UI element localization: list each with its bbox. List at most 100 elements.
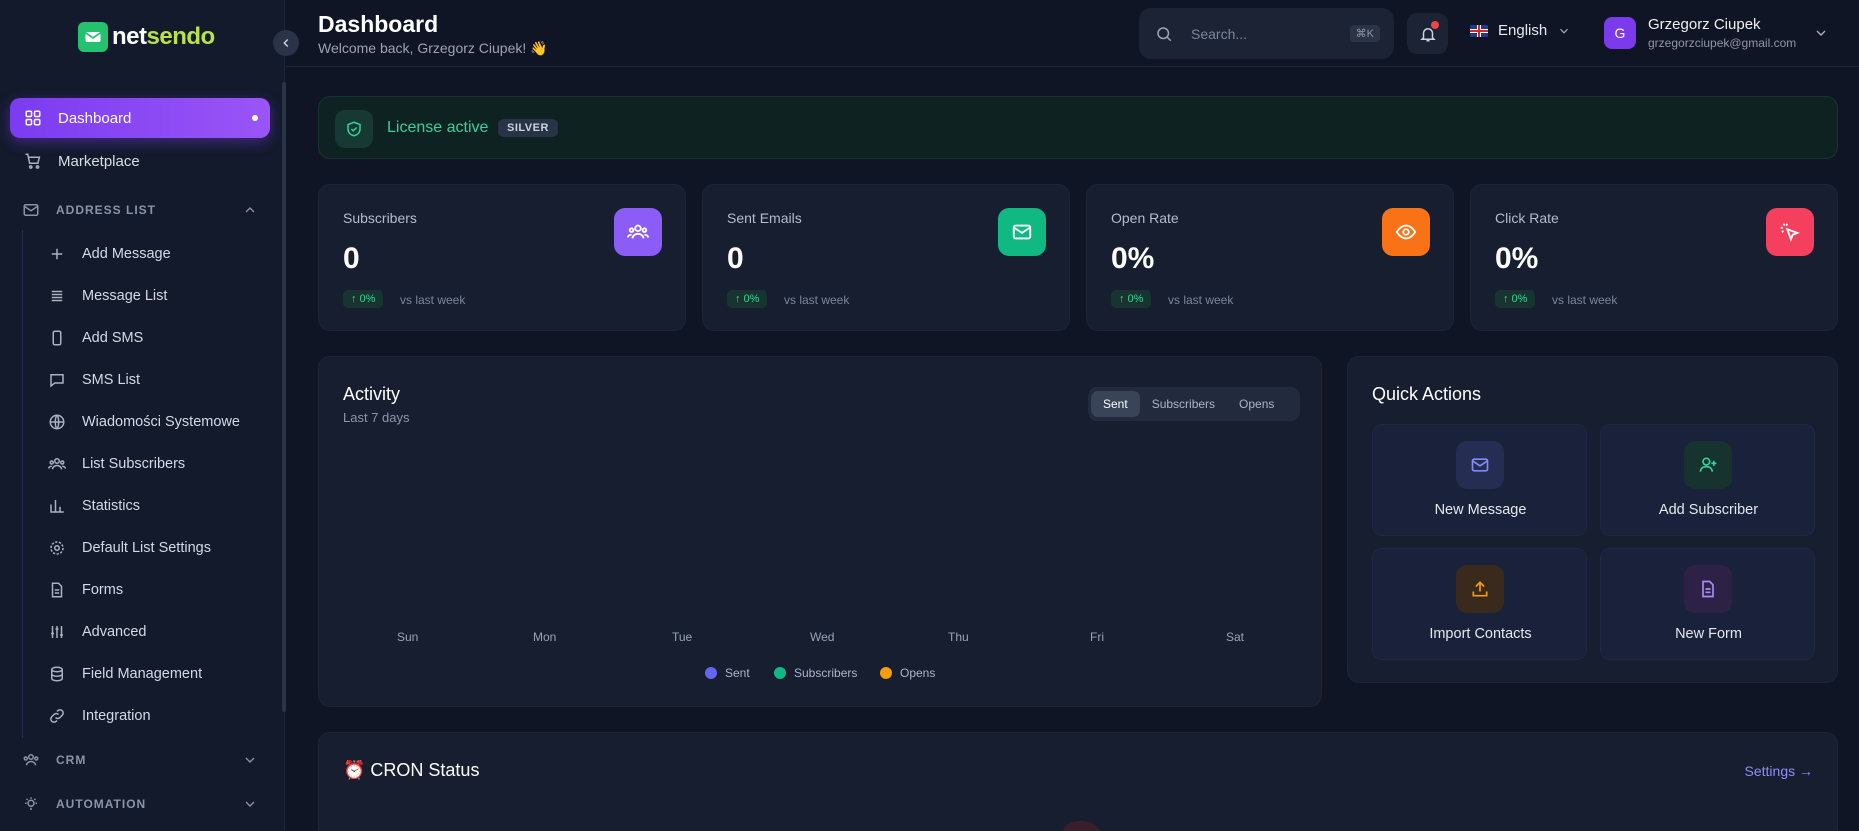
stat-label: Subscribers	[343, 210, 417, 226]
tab-opens[interactable]: Opens	[1227, 391, 1286, 417]
legend-swatch	[880, 667, 892, 679]
legend-label: Subscribers	[794, 666, 858, 680]
document-icon	[48, 581, 66, 599]
upload-icon	[1456, 565, 1504, 613]
quick-action-new-message[interactable]: New Message	[1372, 424, 1587, 536]
legend-item-sent: Sent	[705, 666, 750, 680]
sidebar-item-add-message[interactable]: Add Message	[38, 236, 278, 272]
quick-actions-title: Quick Actions	[1372, 384, 1482, 404]
sidebar-item-label: Default List Settings	[82, 540, 211, 556]
lightbulb-icon	[22, 795, 40, 813]
sidebar-section-automation[interactable]: AUTOMATION	[10, 786, 270, 822]
user-plus-icon	[1684, 441, 1732, 489]
chevron-down-icon	[242, 796, 258, 815]
sidebar-section-crm[interactable]: CRM	[10, 742, 270, 778]
cron-settings-link[interactable]: Settings →	[1745, 763, 1813, 779]
language-selector[interactable]: English	[1470, 22, 1571, 39]
stat-card-click-rate: Click Rate 0% ↑ 0% vs last week	[1470, 184, 1838, 331]
sidebar-item-field-management[interactable]: Field Management	[38, 656, 278, 692]
tab-sent[interactable]: Sent	[1091, 391, 1140, 417]
sidebar: net sendo Dashboard Marketplace ADDRESS L…	[0, 0, 286, 831]
search-input[interactable]	[1191, 25, 1341, 42]
stat-compare: vs last week	[1552, 293, 1618, 307]
page-title: Dashboard	[318, 11, 439, 37]
avatar: G	[1604, 17, 1636, 49]
sidebar-item-label: Advanced	[82, 624, 147, 640]
users-icon	[22, 751, 40, 769]
activity-subtitle: Last 7 days	[343, 410, 410, 425]
sidebar-item-dashboard[interactable]: Dashboard	[10, 98, 270, 138]
chevron-down-icon[interactable]	[1813, 25, 1829, 46]
mail-icon	[998, 208, 1046, 256]
sidebar-item-label: List Subscribers	[82, 456, 186, 472]
submenu-line	[22, 230, 23, 738]
sidebar-item-integration[interactable]: Integration	[38, 698, 278, 734]
stat-value: 0%	[1495, 242, 1539, 275]
sidebar-item-label: Message List	[82, 288, 168, 304]
sidebar-item-label: Dashboard	[58, 109, 132, 127]
collapse-sidebar-button[interactable]	[273, 30, 299, 56]
logo[interactable]: net sendo	[78, 22, 215, 52]
chat-icon	[48, 371, 66, 389]
cron-status-indicator	[1059, 821, 1103, 831]
document-icon	[1684, 565, 1732, 613]
user-name: Grzegorz Ciupek	[1648, 16, 1761, 33]
sidebar-item-sms-list[interactable]: SMS List	[38, 362, 278, 398]
legend-swatch	[774, 667, 786, 679]
quick-action-label: Add Subscriber	[1658, 502, 1759, 518]
grid-icon	[24, 109, 42, 127]
sidebar-item-add-sms[interactable]: Add SMS	[38, 320, 278, 356]
quick-actions-panel: Quick Actions New Message Add Subscriber…	[1347, 356, 1838, 683]
quick-action-new-form[interactable]: New Form	[1600, 548, 1815, 660]
sidebar-item-label: Add SMS	[82, 330, 144, 346]
sidebar-item-label: Statistics	[82, 498, 141, 514]
stat-card-sent-emails: Sent Emails 0 ↑ 0% vs last week	[702, 184, 1070, 331]
sidebar-item-advanced[interactable]: Advanced	[38, 614, 278, 650]
user-email: grzegorzciupek@gmail.com	[1648, 36, 1797, 50]
license-status: License active	[387, 119, 489, 136]
notifications-button[interactable]	[1407, 13, 1448, 54]
day-label: Wed	[810, 630, 835, 644]
sidebar-scrollbar[interactable]	[282, 82, 286, 712]
sidebar-item-system-messages[interactable]: Wiadomości Systemowe	[38, 404, 278, 440]
sidebar-item-forms[interactable]: Forms	[38, 572, 278, 608]
shield-check-icon	[335, 110, 373, 148]
sidebar-item-marketplace[interactable]: Marketplace	[10, 141, 270, 181]
activity-tabs: Sent Subscribers Opens	[1088, 387, 1300, 421]
link-icon	[48, 707, 66, 725]
sidebar-item-label: Add Message	[82, 246, 171, 262]
tab-subscribers[interactable]: Subscribers	[1140, 391, 1227, 417]
day-label: Sat	[1226, 630, 1245, 644]
chevron-down-icon	[242, 752, 258, 771]
database-icon	[48, 665, 66, 683]
day-label: Fri	[1090, 630, 1104, 644]
sidebar-item-default-list-settings[interactable]: Default List Settings	[38, 530, 278, 566]
bar-chart-icon	[48, 497, 66, 515]
user-menu[interactable]: G Grzegorz Ciupek grzegorzciupek@gmail.c…	[1604, 16, 1796, 50]
sidebar-item-label: SMS List	[82, 372, 141, 388]
quick-action-import-contacts[interactable]: Import Contacts	[1372, 548, 1587, 660]
sidebar-section-address-list[interactable]: ADDRESS LIST	[10, 192, 270, 228]
legend-label: Sent	[725, 666, 750, 680]
plus-icon	[48, 245, 66, 263]
search-box[interactable]: ⌘K	[1139, 8, 1394, 59]
stat-card-open-rate: Open Rate 0% ↑ 0% vs last week	[1086, 184, 1454, 331]
sidebar-item-message-list[interactable]: Message List	[38, 278, 278, 314]
cron-status-panel: ⏰ CRON Status Settings →	[318, 732, 1838, 831]
globe-icon	[48, 413, 66, 431]
eye-icon	[1382, 208, 1430, 256]
section-label: ADDRESS LIST	[56, 203, 157, 217]
stat-card-subscribers: Subscribers 0 ↑ 0% vs last week	[318, 184, 686, 331]
section-label: CRM	[56, 753, 87, 767]
list-icon	[48, 287, 66, 305]
sidebar-item-label: Integration	[82, 708, 151, 724]
chevron-left-icon	[283, 38, 289, 48]
stat-value: 0	[343, 242, 360, 275]
quick-action-add-subscriber[interactable]: Add Subscriber	[1600, 424, 1815, 536]
search-shortcut: ⌘K	[1349, 25, 1380, 42]
sidebar-item-list-subscribers[interactable]: List Subscribers	[38, 446, 278, 482]
mail-icon	[22, 201, 40, 219]
notification-badge	[1431, 21, 1439, 29]
sidebar-item-label: Forms	[82, 582, 124, 598]
sidebar-item-statistics[interactable]: Statistics	[38, 488, 278, 524]
